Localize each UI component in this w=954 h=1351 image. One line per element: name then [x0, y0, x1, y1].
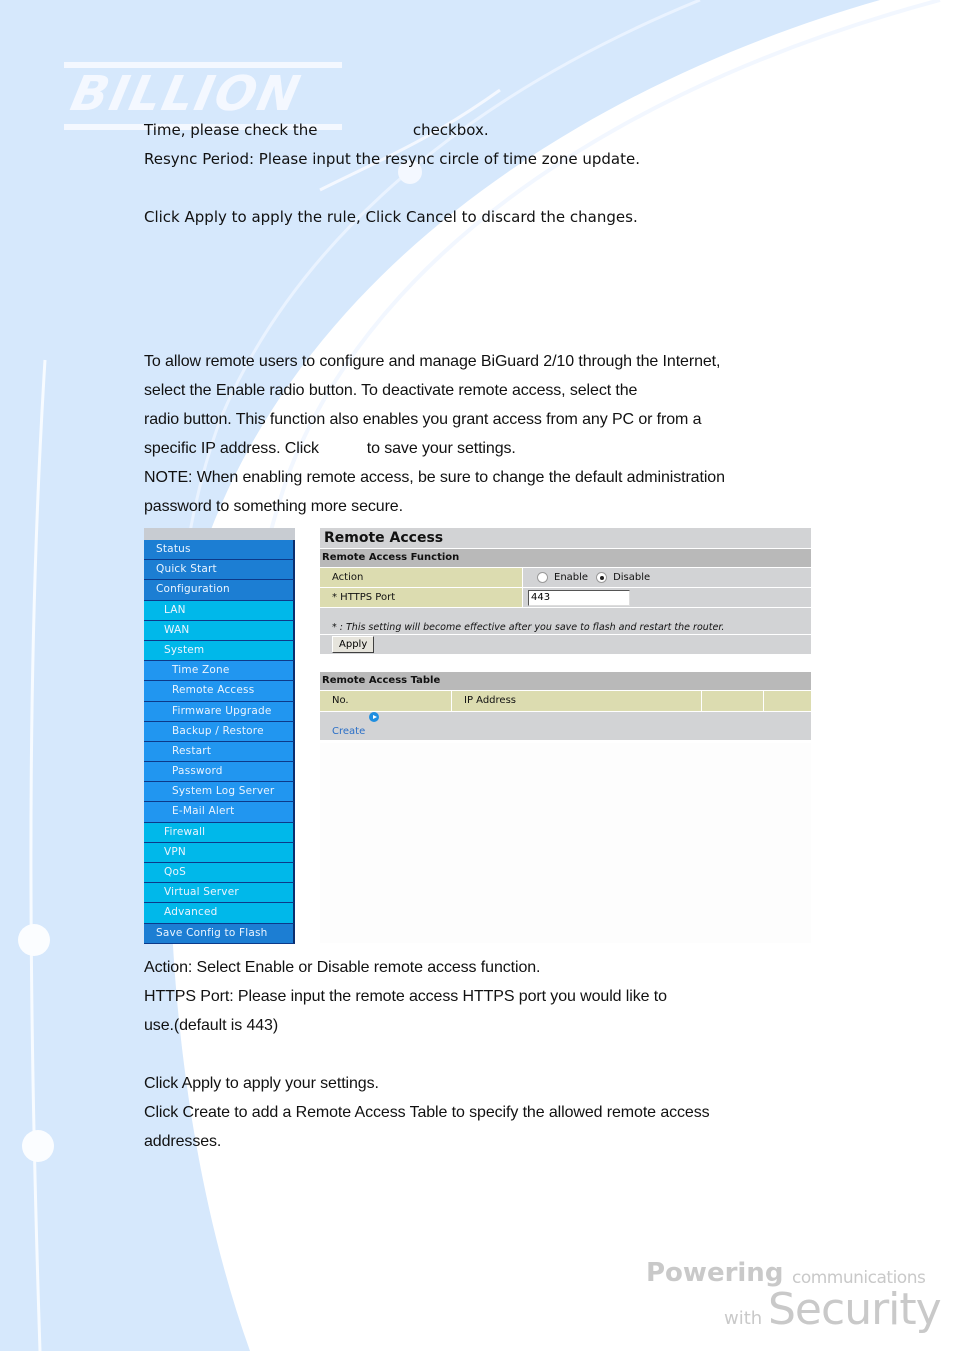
nav-item-system[interactable]: System	[144, 640, 295, 662]
nav-item-vpn[interactable]: VPN	[144, 842, 295, 863]
nav-item-restart[interactable]: Restart	[144, 741, 295, 763]
column-header-no: No.	[320, 691, 452, 711]
text-line: radio button. This function also enables…	[144, 411, 702, 428]
tagline-powering: Powering	[646, 1258, 784, 1288]
nav-item-status[interactable]: Status	[144, 540, 295, 561]
panel-title: Remote Access	[320, 528, 811, 549]
nav-item-time-zone[interactable]: Time Zone	[144, 661, 295, 682]
text-line: HTTPS Port: Please input the remote acce…	[144, 988, 667, 1005]
table-section-header: Remote Access Table	[320, 672, 811, 691]
text-line: use.(default is 443)	[144, 1017, 279, 1034]
disable-radio-label[interactable]: Disable	[613, 568, 650, 587]
table-header-row: No. IP Address	[320, 691, 811, 712]
text-line: Click Apply to apply the rule, Click Can…	[144, 208, 638, 226]
remote-access-paragraph: To allow remote users to configure and m…	[144, 347, 725, 521]
nav-item-configuration[interactable]: Configuration	[144, 580, 295, 601]
text-line: To allow remote users to configure and m…	[144, 353, 721, 370]
nav-item-virtual-server[interactable]: Virtual Server	[144, 883, 295, 904]
https-port-input[interactable]	[528, 589, 630, 606]
nav-item-wan[interactable]: WAN	[144, 620, 295, 641]
nav-header-bar	[144, 528, 295, 540]
description-paragraph: Action: Select Enable or Disable remote …	[144, 953, 710, 1156]
nav-item-quick-start[interactable]: Quick Start	[144, 560, 295, 581]
billion-logo: BILLION	[64, 62, 342, 130]
text-line: Click Apply to apply your settings.	[144, 1075, 379, 1092]
nav-item-backup-restore[interactable]: Backup / Restore	[144, 721, 295, 742]
text-line: Action: Select Enable or Disable remote …	[144, 959, 541, 976]
enable-radio-label[interactable]: Enable	[554, 568, 588, 587]
text-line: addresses.	[144, 1133, 222, 1150]
section-gap	[320, 655, 811, 672]
nav-item-password[interactable]: Password	[144, 762, 295, 783]
action-label: Action	[320, 568, 523, 587]
action-radio-group: Enable Disable	[523, 568, 811, 587]
nav-item-firmware-upgrade[interactable]: Firmware Upgrade	[144, 701, 295, 722]
text-line: select the Enable radio button. To deact…	[144, 382, 638, 399]
https-port-row: * HTTPS Port	[320, 588, 811, 608]
text-line: specific IP address. Click to save your …	[144, 440, 516, 457]
nav-item-email-alert[interactable]: E-Mail Alert	[144, 802, 295, 823]
nav-item-qos[interactable]: QoS	[144, 863, 295, 884]
tagline-security: Security	[768, 1284, 942, 1335]
text-line	[144, 174, 640, 203]
remote-access-panel: Remote Access Remote Access Function Act…	[320, 528, 811, 741]
text-line: Click Create to add a Remote Access Tabl…	[144, 1104, 710, 1121]
decor-dot	[22, 1130, 54, 1162]
text-line: password to something more secure.	[144, 498, 403, 515]
nav-item-remote-access[interactable]: Remote Access	[144, 681, 295, 702]
nav-item-save-config[interactable]: Save Config to Flash	[144, 923, 295, 944]
text-line: Time, please check the checkbox.	[144, 121, 489, 139]
apply-row: Apply	[320, 635, 811, 655]
disable-radio[interactable]	[596, 572, 608, 583]
function-section-header: Remote Access Function	[320, 549, 811, 568]
arrow-right-circle-icon[interactable]	[369, 712, 380, 722]
text-line	[144, 1040, 710, 1069]
nav-item-advanced[interactable]: Advanced	[144, 903, 295, 924]
tagline-with: with	[724, 1308, 763, 1329]
column-header-empty	[702, 691, 764, 711]
column-header-ip-address: IP Address	[452, 691, 702, 711]
router-sidebar-nav: Status Quick Start Configuration LAN WAN…	[144, 528, 295, 944]
create-row: Create	[320, 712, 811, 741]
decor-dot	[18, 924, 50, 956]
intro-paragraph: Time, please check the checkbox. Resync …	[144, 116, 640, 232]
panel-blank-area	[320, 743, 811, 943]
nav-item-firewall[interactable]: Firewall	[144, 822, 295, 843]
effective-note: * : This setting will become effective a…	[320, 608, 811, 635]
text-line: Resync Period: Please input the resync c…	[144, 150, 640, 168]
text-line: NOTE: When enabling remote access, be su…	[144, 469, 725, 486]
https-port-label: * HTTPS Port	[320, 588, 523, 607]
nav-item-lan[interactable]: LAN	[144, 600, 295, 621]
enable-radio[interactable]	[537, 572, 548, 583]
https-port-cell	[523, 588, 811, 607]
apply-button[interactable]: Apply	[332, 636, 375, 653]
nav-item-system-log-server[interactable]: System Log Server	[144, 782, 295, 803]
brand-tagline: Powering communications with Security	[640, 1258, 950, 1348]
action-row: Action Enable Disable	[320, 568, 811, 588]
logo-text: BILLION	[66, 66, 307, 122]
column-header-empty	[764, 691, 811, 711]
create-link[interactable]: Create	[332, 712, 365, 740]
